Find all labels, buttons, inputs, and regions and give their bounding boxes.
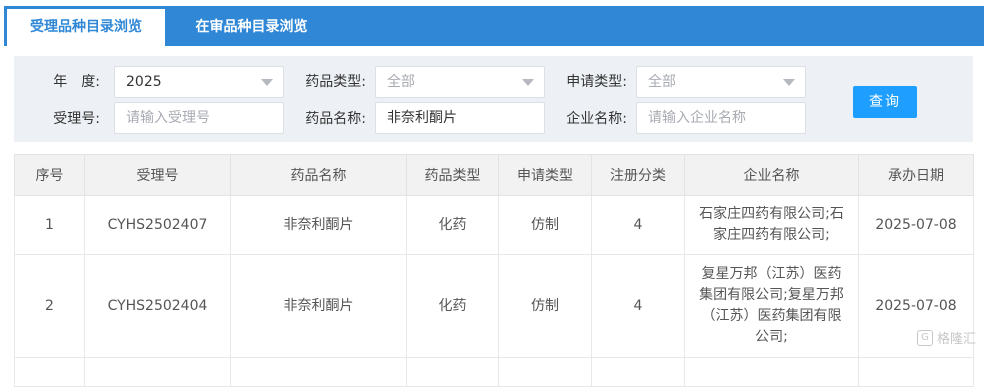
drug-name-label: 药品名称:	[305, 111, 366, 127]
drug-type-select[interactable]: 全部	[375, 66, 545, 98]
company-input[interactable]: 请输入企业名称	[636, 102, 806, 134]
header-drug-type: 药品类型	[406, 154, 499, 196]
tab-under-review-catalog[interactable]: 在审品种目录浏览	[169, 9, 334, 46]
drug-name-value: 非奈利酮片	[387, 110, 457, 126]
cell-no: 2	[14, 254, 85, 358]
cell-reg-class: 4	[591, 195, 685, 255]
drug-name-input[interactable]: 非奈利酮片	[375, 102, 545, 134]
chevron-down-icon	[261, 79, 273, 86]
query-button[interactable]: 查询	[853, 86, 917, 118]
apply-type-label: 申请类型:	[566, 74, 627, 90]
tab-accepted-catalog[interactable]: 受理品种目录浏览	[7, 9, 165, 46]
company-placeholder: 请输入企业名称	[648, 110, 746, 126]
cell-company: 复星万邦（江苏）医药集团有限公司;复星万邦（江苏）医药集团有限公司;	[684, 254, 859, 358]
company-label: 企业名称:	[566, 111, 627, 127]
header-date: 承办日期	[858, 154, 974, 196]
watermark-text: 格隆汇	[936, 332, 976, 347]
accept-no-placeholder: 请输入受理号	[126, 110, 210, 126]
cell-date: 2025-07-08	[858, 195, 974, 255]
results-table: 序号 受理号 药品名称 药品类型 申请类型 注册分类 企业名称 承办日期 1 C…	[14, 154, 974, 387]
table-header-row: 序号 受理号 药品名称 药品类型 申请类型 注册分类 企业名称 承办日期	[14, 154, 974, 196]
drug-type-value: 全部	[387, 74, 415, 90]
main-panel: 受理品种目录浏览 在审品种目录浏览 年 度: 2025 药品类型: 全部 申请类…	[4, 6, 984, 387]
cell-reg-class: 4	[591, 254, 685, 358]
year-label: 年 度:	[53, 74, 100, 90]
accept-no-label: 受理号:	[53, 111, 100, 127]
filter-panel: 年 度: 2025 药品类型: 全部 申请类型: 全部 受理号: 请输入受理号 …	[14, 56, 973, 142]
cell-no: 1	[14, 195, 85, 255]
tab-bar: 受理品种目录浏览 在审品种目录浏览	[4, 6, 984, 46]
table-row	[14, 357, 974, 387]
table-row: 1 CYHS2502407 非奈利酮片 化药 仿制 4 石家庄四药有限公司;石家…	[14, 195, 974, 255]
year-value: 2025	[126, 74, 162, 90]
cell-accept-no: CYHS2502407	[84, 195, 231, 255]
header-apply-type: 申请类型	[498, 154, 592, 196]
header-reg-class: 注册分类	[591, 154, 685, 196]
watermark-logo-icon: G	[916, 329, 933, 346]
header-drug-name: 药品名称	[230, 154, 407, 196]
drug-type-label: 药品类型:	[305, 74, 366, 90]
cell-apply-type: 仿制	[498, 254, 592, 358]
cell-company: 石家庄四药有限公司;石家庄四药有限公司;	[684, 195, 859, 255]
accept-no-input[interactable]: 请输入受理号	[114, 102, 284, 134]
cell-drug-name: 非奈利酮片	[230, 254, 407, 358]
watermark: G 格隆汇	[916, 328, 976, 347]
cell-apply-type: 仿制	[498, 195, 592, 255]
cell-drug-name: 非奈利酮片	[230, 195, 407, 255]
cell-drug-type: 化药	[406, 195, 499, 255]
apply-type-value: 全部	[648, 74, 676, 90]
apply-type-select[interactable]: 全部	[636, 66, 806, 98]
header-company: 企业名称	[684, 154, 859, 196]
chevron-down-icon	[522, 79, 534, 86]
cell-drug-type: 化药	[406, 254, 499, 358]
year-select[interactable]: 2025	[114, 66, 284, 98]
header-no: 序号	[14, 154, 85, 196]
header-accept-no: 受理号	[84, 154, 231, 196]
table-row: 2 CYHS2502404 非奈利酮片 化药 仿制 4 复星万邦（江苏）医药集团…	[14, 254, 974, 358]
cell-accept-no: CYHS2502404	[84, 254, 231, 358]
chevron-down-icon	[783, 79, 795, 86]
